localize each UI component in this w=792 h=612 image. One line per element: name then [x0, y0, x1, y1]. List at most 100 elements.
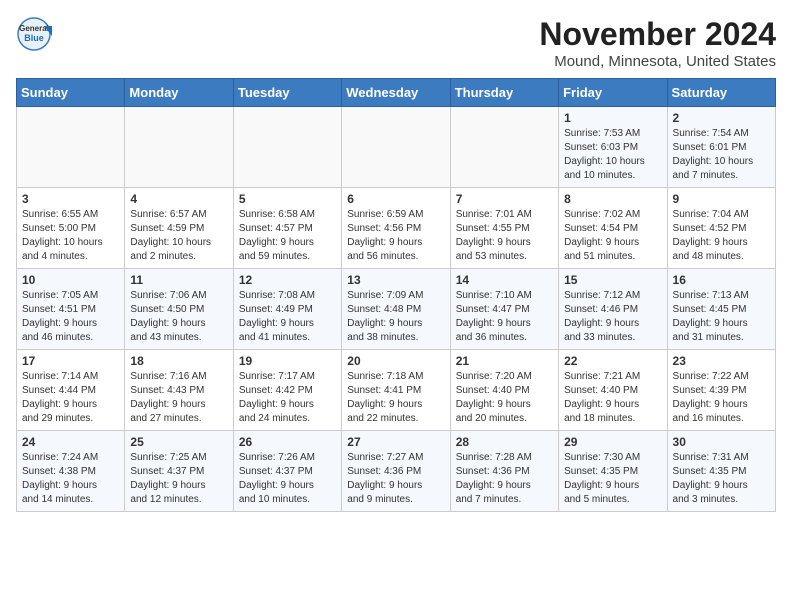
day-info: Sunrise: 7:09 AM Sunset: 4:48 PM Dayligh… [347, 289, 444, 345]
day-info: Sunrise: 7:24 AM Sunset: 4:38 PM Dayligh… [22, 451, 119, 507]
svg-text:Blue: Blue [24, 33, 44, 43]
day-number: 27 [347, 435, 444, 449]
col-wednesday: Wednesday [342, 79, 450, 107]
table-row: 23 Sunrise: 7:22 AM Sunset: 4:39 PM Dayli… [667, 350, 775, 431]
day-number: 16 [673, 273, 770, 287]
table-row: 8 Sunrise: 7:02 AM Sunset: 4:54 PM Daylig… [559, 188, 667, 269]
table-row: 18 Sunrise: 7:16 AM Sunset: 4:43 PM Dayli… [125, 350, 233, 431]
day-info: Sunrise: 7:21 AM Sunset: 4:40 PM Dayligh… [564, 370, 661, 426]
day-info: Sunrise: 6:59 AM Sunset: 4:56 PM Dayligh… [347, 208, 444, 264]
day-info: Sunrise: 7:22 AM Sunset: 4:39 PM Dayligh… [673, 370, 770, 426]
table-row: 6 Sunrise: 6:59 AM Sunset: 4:56 PM Daylig… [342, 188, 450, 269]
day-number: 3 [22, 192, 119, 206]
day-number: 10 [22, 273, 119, 287]
table-row [342, 107, 450, 188]
day-number: 9 [673, 192, 770, 206]
svg-text:General: General [19, 24, 49, 33]
day-info: Sunrise: 7:13 AM Sunset: 4:45 PM Dayligh… [673, 289, 770, 345]
col-tuesday: Tuesday [233, 79, 341, 107]
calendar-week-row: 17Sunrise: 7:14 AM Sunset: 4:44 PM Dayli… [17, 350, 776, 431]
title-block: November 2024 Mound, Minnesota, United S… [539, 16, 776, 70]
table-row [125, 107, 233, 188]
day-number: 1 [564, 111, 661, 125]
page-header: General Blue November 2024 Mound, Minnes… [16, 16, 776, 70]
day-number: 23 [673, 354, 770, 368]
table-row: 22 Sunrise: 7:21 AM Sunset: 4:40 PM Dayli… [559, 350, 667, 431]
col-friday: Friday [559, 79, 667, 107]
day-info: Sunrise: 7:17 AM Sunset: 4:42 PM Dayligh… [239, 370, 336, 426]
day-number: 7 [456, 192, 553, 206]
day-info: Sunrise: 7:04 AM Sunset: 4:52 PM Dayligh… [673, 208, 770, 264]
day-number: 6 [347, 192, 444, 206]
calendar-table: Sunday Monday Tuesday Wednesday Thursday… [16, 78, 776, 512]
day-number: 5 [239, 192, 336, 206]
day-info: Sunrise: 6:58 AM Sunset: 4:57 PM Dayligh… [239, 208, 336, 264]
day-number: 21 [456, 354, 553, 368]
table-row: 25 Sunrise: 7:25 AM Sunset: 4:37 PM Dayli… [125, 431, 233, 512]
day-number: 30 [673, 435, 770, 449]
day-number: 13 [347, 273, 444, 287]
calendar-week-row: 3 Sunrise: 6:55 AM Sunset: 5:00 PM Daylig… [17, 188, 776, 269]
table-row: 21 Sunrise: 7:20 AM Sunset: 4:40 PM Dayli… [450, 350, 558, 431]
day-info: Sunrise: 7:16 AM Sunset: 4:43 PM Dayligh… [130, 370, 227, 426]
calendar-subtitle: Mound, Minnesota, United States [539, 53, 776, 70]
day-number: 14 [456, 273, 553, 287]
col-thursday: Thursday [450, 79, 558, 107]
table-row: 4Sunrise: 6:57 AM Sunset: 4:59 PM Daylig… [125, 188, 233, 269]
table-row: 12 Sunrise: 7:08 AM Sunset: 4:49 PM Dayli… [233, 269, 341, 350]
table-row: 29 Sunrise: 7:30 AM Sunset: 4:35 PM Dayli… [559, 431, 667, 512]
day-number: 12 [239, 273, 336, 287]
table-row: 28Sunrise: 7:28 AM Sunset: 4:36 PM Dayli… [450, 431, 558, 512]
day-info: Sunrise: 7:02 AM Sunset: 4:54 PM Dayligh… [564, 208, 661, 264]
day-number: 18 [130, 354, 227, 368]
day-number: 22 [564, 354, 661, 368]
day-info: Sunrise: 7:20 AM Sunset: 4:40 PM Dayligh… [456, 370, 553, 426]
table-row: 13 Sunrise: 7:09 AM Sunset: 4:48 PM Dayli… [342, 269, 450, 350]
table-row: 20 Sunrise: 7:18 AM Sunset: 4:41 PM Dayli… [342, 350, 450, 431]
table-row: 11Sunrise: 7:06 AM Sunset: 4:50 PM Dayli… [125, 269, 233, 350]
table-row: 5 Sunrise: 6:58 AM Sunset: 4:57 PM Daylig… [233, 188, 341, 269]
table-row [233, 107, 341, 188]
table-row: 26 Sunrise: 7:26 AM Sunset: 4:37 PM Dayli… [233, 431, 341, 512]
calendar-header-row: Sunday Monday Tuesday Wednesday Thursday… [17, 79, 776, 107]
day-info: Sunrise: 7:26 AM Sunset: 4:37 PM Dayligh… [239, 451, 336, 507]
day-info: Sunrise: 7:08 AM Sunset: 4:49 PM Dayligh… [239, 289, 336, 345]
day-info: Sunrise: 7:14 AM Sunset: 4:44 PM Dayligh… [22, 370, 119, 426]
calendar-week-row: 24 Sunrise: 7:24 AM Sunset: 4:38 PM Dayli… [17, 431, 776, 512]
table-row: 24 Sunrise: 7:24 AM Sunset: 4:38 PM Dayli… [17, 431, 125, 512]
day-number: 20 [347, 354, 444, 368]
logo: General Blue [16, 16, 56, 52]
day-info: Sunrise: 7:27 AM Sunset: 4:36 PM Dayligh… [347, 451, 444, 507]
day-number: 19 [239, 354, 336, 368]
day-number: 4 [130, 192, 227, 206]
table-row: 9 Sunrise: 7:04 AM Sunset: 4:52 PM Daylig… [667, 188, 775, 269]
table-row: 1 Sunrise: 7:53 AM Sunset: 6:03 PM Daylig… [559, 107, 667, 188]
table-row: 19 Sunrise: 7:17 AM Sunset: 4:42 PM Dayli… [233, 350, 341, 431]
day-number: 8 [564, 192, 661, 206]
day-info: Sunrise: 7:05 AM Sunset: 4:51 PM Dayligh… [22, 289, 119, 345]
table-row: 27 Sunrise: 7:27 AM Sunset: 4:36 PM Dayli… [342, 431, 450, 512]
table-row: 30Sunrise: 7:31 AM Sunset: 4:35 PM Dayli… [667, 431, 775, 512]
day-info: Sunrise: 6:55 AM Sunset: 5:00 PM Dayligh… [22, 208, 119, 264]
day-number: 26 [239, 435, 336, 449]
day-info: Sunrise: 7:30 AM Sunset: 4:35 PM Dayligh… [564, 451, 661, 507]
table-row: 3 Sunrise: 6:55 AM Sunset: 5:00 PM Daylig… [17, 188, 125, 269]
table-row: 16 Sunrise: 7:13 AM Sunset: 4:45 PM Dayli… [667, 269, 775, 350]
col-monday: Monday [125, 79, 233, 107]
day-number: 24 [22, 435, 119, 449]
table-row [450, 107, 558, 188]
day-info: Sunrise: 7:25 AM Sunset: 4:37 PM Dayligh… [130, 451, 227, 507]
table-row [17, 107, 125, 188]
calendar-week-row: 10 Sunrise: 7:05 AM Sunset: 4:51 PM Dayli… [17, 269, 776, 350]
day-info: Sunrise: 7:10 AM Sunset: 4:47 PM Dayligh… [456, 289, 553, 345]
table-row: 15Sunrise: 7:12 AM Sunset: 4:46 PM Dayli… [559, 269, 667, 350]
day-info: Sunrise: 7:18 AM Sunset: 4:41 PM Dayligh… [347, 370, 444, 426]
day-info: Sunrise: 7:12 AM Sunset: 4:46 PM Dayligh… [564, 289, 661, 345]
day-number: 29 [564, 435, 661, 449]
table-row: 17Sunrise: 7:14 AM Sunset: 4:44 PM Dayli… [17, 350, 125, 431]
day-info: Sunrise: 7:06 AM Sunset: 4:50 PM Dayligh… [130, 289, 227, 345]
day-number: 28 [456, 435, 553, 449]
day-info: Sunrise: 7:53 AM Sunset: 6:03 PM Dayligh… [564, 127, 661, 183]
calendar-week-row: 1 Sunrise: 7:53 AM Sunset: 6:03 PM Daylig… [17, 107, 776, 188]
day-number: 25 [130, 435, 227, 449]
